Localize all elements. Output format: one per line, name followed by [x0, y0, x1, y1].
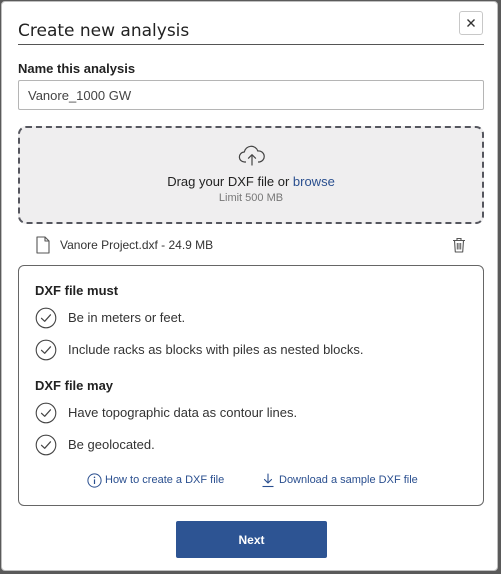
optional-text: Be geolocated. — [68, 437, 155, 452]
browse-link[interactable]: browse — [293, 174, 335, 189]
check-circle-icon — [35, 402, 57, 424]
check-circle-icon — [35, 307, 57, 329]
create-analysis-dialog: Create new analysis Name this analysis D… — [1, 1, 498, 571]
download-icon — [262, 473, 274, 488]
file-icon — [36, 236, 50, 254]
close-icon — [467, 19, 475, 27]
download-sample-dxf-label: Download a sample DXF file — [279, 474, 418, 486]
uploaded-file-info: Vanore Project.dxf - 24.9 MB — [60, 238, 213, 252]
dxf-requirements-card: DXF file must Be in meters or feet. Incl… — [18, 265, 484, 506]
file-dropzone[interactable]: Drag your DXF file or browse Limit 500 M… — [18, 126, 484, 224]
title-divider — [18, 44, 484, 45]
trash-icon[interactable] — [452, 237, 466, 253]
requirement-text: Be in meters or feet. — [68, 310, 186, 325]
requirement-item: Include racks as blocks with piles as ne… — [35, 339, 465, 361]
dropzone-prompt-text: Drag your DXF file or — [167, 174, 293, 189]
requirement-item: Be in meters or feet. — [35, 307, 465, 329]
close-button[interactable] — [459, 11, 483, 35]
must-heading: DXF file must — [35, 283, 119, 298]
info-circle-icon — [87, 473, 102, 488]
uploaded-file-size: - 24.9 MB — [157, 238, 214, 252]
may-heading: DXF file may — [35, 378, 114, 393]
check-circle-icon — [35, 434, 57, 456]
cloud-upload-icon — [238, 145, 265, 166]
optional-item: Have topographic data as contour lines. — [35, 402, 465, 424]
analysis-name-label: Name this analysis — [18, 61, 136, 76]
requirement-text: Include racks as blocks with piles as ne… — [68, 342, 364, 357]
how-to-create-dxf-label: How to create a DXF file — [105, 474, 225, 486]
uploaded-file-row: Vanore Project.dxf - 24.9 MB — [36, 236, 484, 254]
dropzone-prompt: Drag your DXF file or browse — [20, 174, 482, 189]
analysis-name-input[interactable] — [18, 80, 484, 110]
dialog-title: Create new analysis — [18, 21, 190, 41]
next-button[interactable]: Next — [176, 521, 327, 558]
check-circle-icon — [35, 339, 57, 361]
upload-size-limit: Limit 500 MB — [218, 192, 284, 204]
optional-item: Be geolocated. — [35, 434, 465, 456]
optional-text: Have topographic data as contour lines. — [68, 405, 298, 420]
uploaded-file-name: Vanore Project.dxf — [60, 238, 158, 252]
